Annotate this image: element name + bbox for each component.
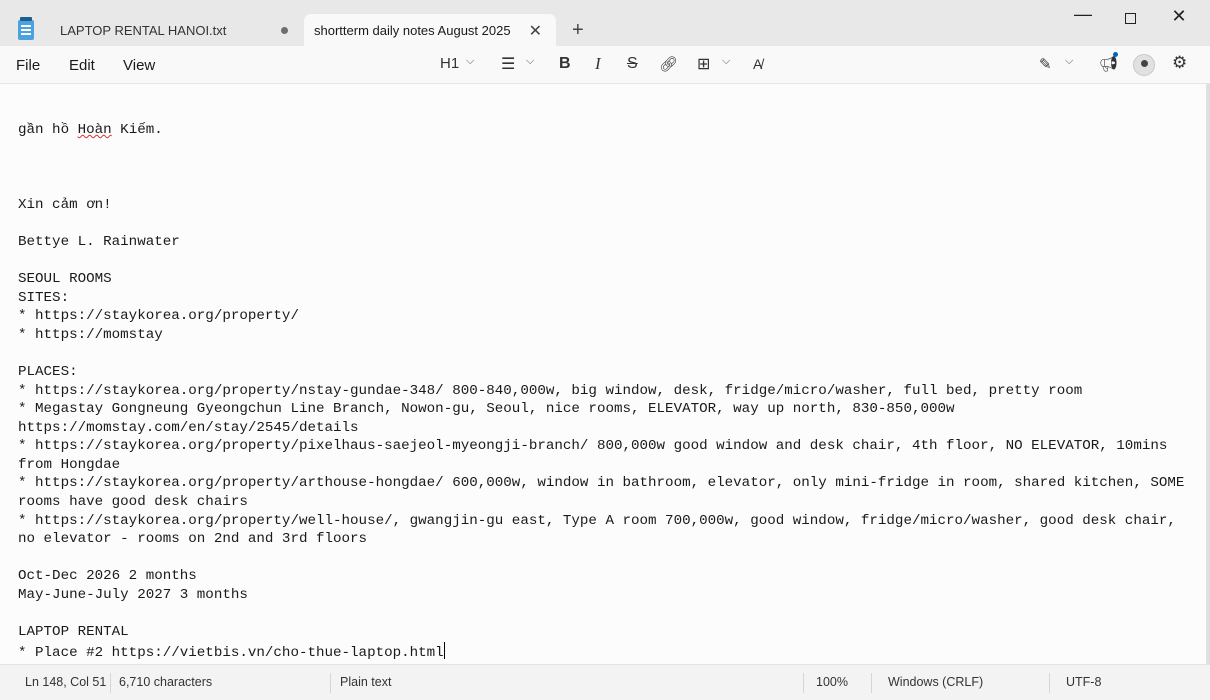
zoom-level[interactable]: 100% (816, 675, 848, 689)
clear-formatting-icon[interactable]: A̸ (753, 56, 762, 72)
editor-line: * https://staykorea.org/property/pixelha… (18, 438, 1168, 455)
notepad-app-icon (18, 17, 34, 40)
editor-line: * https://staykorea.org/property/ (18, 308, 299, 325)
editor-line: no elevator - rooms on 2nd and 3rd floor… (18, 531, 368, 548)
account-avatar-icon[interactable] (1133, 54, 1155, 76)
tab-label: shortterm daily notes August 2025 (314, 22, 511, 38)
character-count: 6,710 characters (119, 675, 213, 689)
tab-label: LAPTOP RENTAL HANOI.txt (60, 22, 227, 38)
unsaved-dot-icon[interactable] (281, 27, 288, 34)
table-icon[interactable]: ⊞ (697, 54, 710, 74)
notification-dot (1113, 52, 1118, 57)
editor-line: * https://staykorea.org/property/nstay-g… (18, 382, 1083, 399)
editor-line: * https://staykorea.org/property/well-ho… (18, 512, 1176, 529)
editor-line: Oct-Dec 2026 2 months (18, 568, 197, 585)
divider (803, 673, 804, 693)
chevron-down-icon[interactable]: ⌵ (722, 55, 730, 68)
spellcheck-error[interactable]: Hoàn (78, 122, 112, 138)
chevron-down-icon[interactable]: ⌵ (1065, 55, 1073, 68)
editor-line: gần hồ Hoàn Kiếm. (18, 122, 163, 139)
editor-line: * Place #2 https://vietbis.vn/cho-thue-l… (18, 641, 1198, 661)
divider (871, 673, 872, 693)
editor-line: * https://staykorea.org/property/arthous… (18, 475, 1185, 492)
bold-button[interactable]: B (559, 55, 571, 73)
maximize-button[interactable] (1107, 8, 1153, 29)
menu-file[interactable]: File (16, 57, 40, 74)
menu-view[interactable]: View (123, 57, 155, 74)
close-tab-icon[interactable]: ✕ (529, 21, 542, 41)
tab-laptop-rental-hanoi[interactable]: LAPTOP RENTAL HANOI.txt (46, 14, 298, 46)
vertical-scrollbar[interactable] (1206, 84, 1210, 664)
divider (330, 673, 331, 693)
close-window-button[interactable]: ✕ (1156, 6, 1202, 27)
new-tab-plus-icon[interactable]: + (572, 19, 584, 42)
divider (1049, 673, 1050, 693)
megaphone-icon[interactable]: 📢︎ (1099, 55, 1118, 73)
list-icon[interactable]: ☰ (501, 54, 515, 74)
editor-line: from Hongdae (18, 456, 121, 473)
minimize-button[interactable]: — (1060, 4, 1106, 25)
status-bar: Ln 148, Col 51 6,710 characters Plain te… (0, 664, 1210, 700)
editor-line: SITES: (18, 289, 70, 306)
editor-line: rooms have good desk chairs (18, 494, 248, 511)
editor-line: * Megastay Gongneung Gyeongchun Line Bra… (18, 401, 955, 418)
copilot-pen-icon[interactable]: ✎ (1039, 55, 1052, 73)
file-format[interactable]: Plain text (340, 675, 391, 689)
editor-line: SEOUL ROOMS (18, 270, 112, 287)
text-editor[interactable]: gần hồ Hoàn Kiếm. Xin cảm ơn! Bettye L. R… (0, 84, 1206, 664)
editor-line: https://momstay.com/en/stay/2545/details (18, 419, 359, 436)
tab-shortterm-daily-notes[interactable]: shortterm daily notes August 2025 ✕ (304, 14, 556, 46)
cursor-position: Ln 148, Col 51 (25, 675, 107, 689)
menu-edit[interactable]: Edit (69, 57, 95, 74)
divider (110, 673, 111, 693)
settings-gear-icon[interactable]: ⚙ (1172, 53, 1187, 73)
editor-line: * https://momstay (18, 326, 163, 343)
heading-dropdown[interactable]: H1 (440, 55, 459, 72)
maximize-icon (1124, 13, 1136, 24)
editor-line: PLACES: (18, 363, 78, 380)
chevron-down-icon[interactable]: ⌵ (466, 55, 474, 68)
title-bar: LAPTOP RENTAL HANOI.txt shortterm daily … (0, 0, 1210, 46)
chevron-down-icon[interactable]: ⌵ (526, 55, 534, 68)
text-caret (443, 641, 445, 659)
italic-button[interactable]: I (595, 54, 601, 74)
menu-toolbar: File Edit View H1 ⌵ ☰ ⌵ B I S 🔗︎ ⊞ ⌵ A̸ … (0, 46, 1210, 84)
editor-text[interactable]: gần hồ Hoàn Kiếm. Xin cảm ơn! Bettye L. R… (18, 84, 1198, 664)
editor-line: May-June-July 2027 3 months (18, 587, 248, 604)
editor-line: LAPTOP RENTAL (18, 624, 129, 641)
link-icon[interactable]: 🔗︎ (659, 55, 678, 73)
encoding[interactable]: UTF-8 (1066, 675, 1101, 689)
editor-line: Xin cảm ơn! (18, 196, 112, 213)
line-ending[interactable]: Windows (CRLF) (888, 675, 983, 689)
strikethrough-button[interactable]: S (627, 55, 638, 73)
editor-line: Bettye L. Rainwater (18, 233, 180, 250)
